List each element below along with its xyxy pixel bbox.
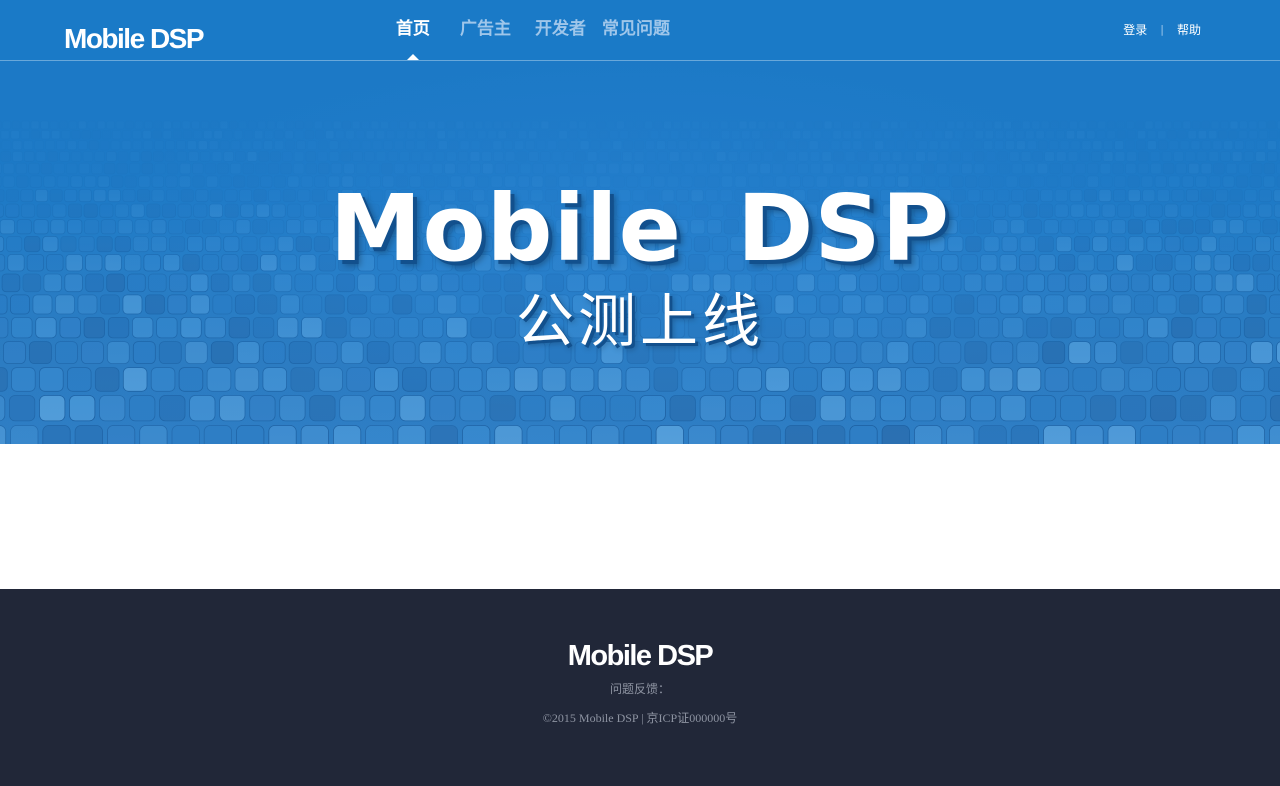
nav-item-home[interactable]: 首页 [388, 0, 438, 60]
feedback-label: 问题反馈： [609, 682, 670, 696]
login-link[interactable]: 登录 [1123, 22, 1147, 38]
footer-logo: Mobile DSP [567, 640, 714, 672]
link-separator: | [1160, 23, 1164, 36]
nav-item-developer-label: 开发者 [535, 19, 586, 39]
main-nav: 首页 广告主 开发者 常见问题 [388, 0, 670, 60]
header-logo[interactable]: Mobile DSP [64, 22, 205, 56]
nav-item-faq-label: 常见问题 [602, 19, 670, 39]
nav-item-developer[interactable]: 开发者 [535, 0, 586, 60]
nav-item-advertiser[interactable]: 广告主 [460, 0, 511, 60]
help-link[interactable]: 帮助 [1177, 22, 1201, 38]
header-links: 登录 | 帮助 [1123, 22, 1201, 38]
footer: Mobile DSP 问题反馈： ©2015 Mobile DSP | 京ICP… [0, 589, 1280, 786]
active-caret-icon [407, 54, 419, 60]
copyright-text: ©2015 Mobile DSP | 京ICP证000000号 [542, 711, 738, 725]
top-header: Mobile DSP 首页 广告主 开发者 常见问题 登录 | 帮助 [0, 0, 1280, 61]
nav-item-advertiser-label: 广告主 [460, 19, 511, 39]
hero-subtitle: 公测上线 [515, 287, 764, 355]
nav-item-home-label: 首页 [396, 19, 430, 39]
hero-banner: Mobile DSP 公测上线 [0, 61, 1280, 444]
nav-item-faq[interactable]: 常见问题 [602, 0, 670, 60]
content-area [0, 444, 1280, 589]
hero-title: Mobile DSP [329, 175, 951, 282]
